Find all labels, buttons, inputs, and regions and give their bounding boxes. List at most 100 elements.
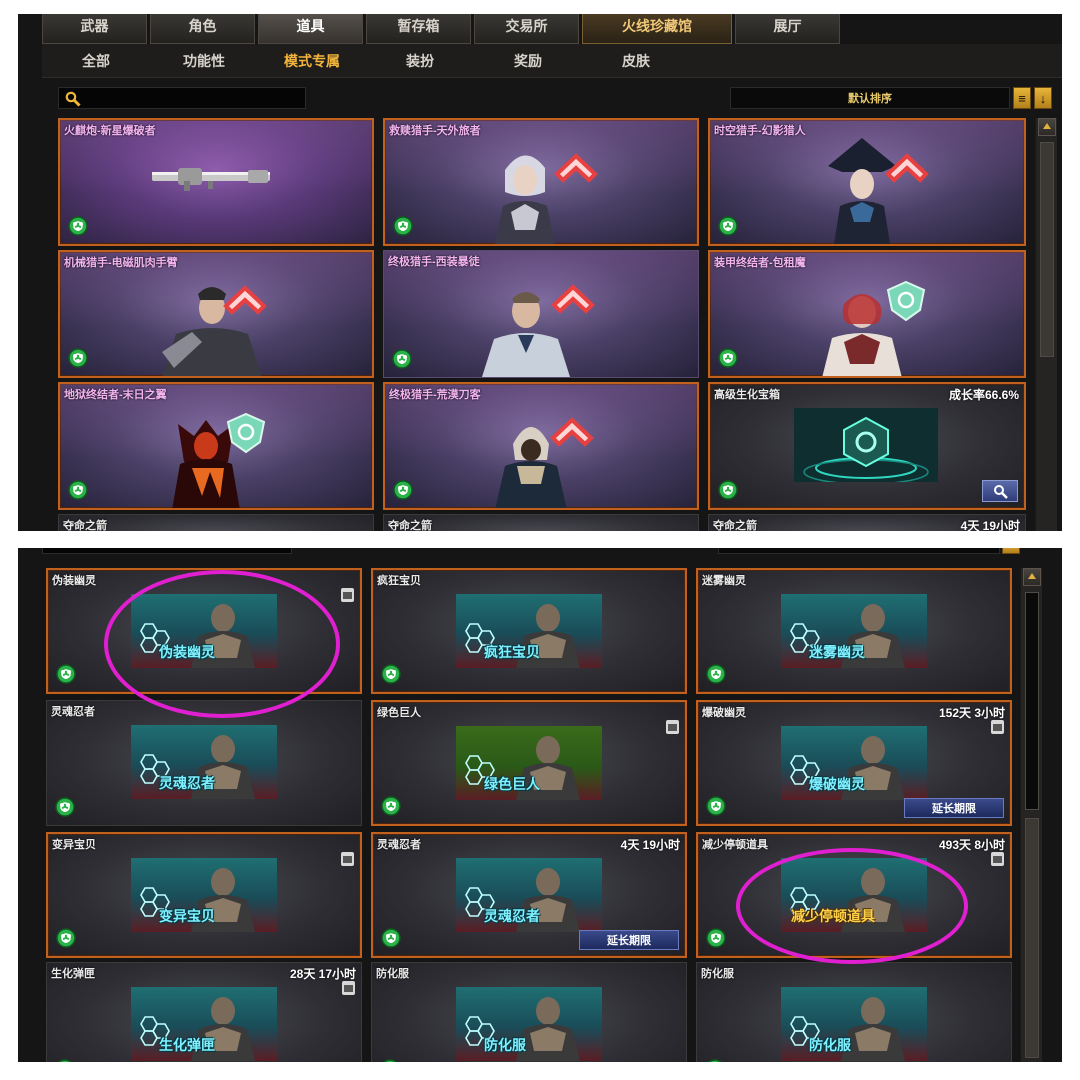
item-thumbnail: 变异宝贝 (131, 858, 277, 932)
item-card[interactable]: 地狱终结者-末日之翼 (58, 382, 374, 510)
scroll-thumb[interactable] (1025, 818, 1039, 1058)
subtab-functional[interactable]: 功能性 (150, 44, 258, 78)
item-card[interactable]: 终极猎手-荒漠刀客 (383, 382, 699, 510)
biohazard-icon (55, 797, 75, 817)
thumbnail-label: 绿色巨人 (484, 776, 540, 792)
item-title: 火麒炮-新星爆破者 (64, 125, 156, 137)
biohazard-icon (393, 216, 413, 236)
thumbnail-label: 减少停顿道具 (791, 908, 875, 924)
sort-direction-icon[interactable]: ↓ (1034, 87, 1052, 109)
trash-icon[interactable] (991, 852, 1004, 866)
tab-exchange[interactable]: 交易所 (474, 14, 579, 44)
subtab-outfit[interactable]: 装扮 (366, 44, 474, 78)
magnify-icon (994, 485, 1008, 499)
subtab-skins[interactable]: 皮肤 (582, 44, 690, 78)
scroll-up-icon[interactable] (1023, 568, 1041, 586)
item-card[interactable]: 夺命之箭 (383, 514, 699, 531)
thumbnail-label: 迷雾幽灵 (809, 644, 865, 660)
item-thumbnail: 伪装幽灵 (131, 594, 277, 668)
thumbnail-label: 防化服 (809, 1037, 851, 1053)
item-card[interactable]: 火麒炮-新星爆破者 (58, 118, 374, 246)
tab-storage[interactable]: 暂存箱 (366, 14, 471, 44)
main-tab-bar: 武器 角色 道具 暂存箱 交易所 火线珍藏馆 展厅 (42, 14, 840, 44)
biohazard-icon (381, 928, 401, 948)
item-thumbnail: 防化服 (781, 987, 927, 1061)
item-card[interactable]: 装甲终结者-包租魔 (708, 250, 1026, 378)
tab-items[interactable]: 道具 (258, 14, 363, 44)
item-card[interactable]: 终极猎手-西装暴徒 (383, 250, 699, 378)
biohazard-icon (381, 664, 401, 684)
search-input[interactable] (58, 87, 306, 109)
biohazard-icon (56, 664, 76, 684)
item-card[interactable]: 防化服 防化服 (371, 962, 687, 1062)
tab-showroom[interactable]: 展厅 (735, 14, 840, 44)
trash-icon[interactable] (341, 588, 354, 602)
tab-collection[interactable]: 火线珍藏馆 (582, 14, 732, 44)
item-title: 疯狂宝贝 (377, 575, 421, 587)
item-card[interactable]: 夺命之箭 4天 19小时 (708, 514, 1026, 531)
red-emblem-icon (223, 285, 267, 315)
thumbnail-label: 防化服 (484, 1037, 526, 1053)
item-card[interactable]: 救赎猎手-天外旅者 (383, 118, 699, 246)
item-title: 防化服 (376, 968, 409, 980)
subtab-all[interactable]: 全部 (42, 44, 150, 78)
thumbnail-label: 疯狂宝贝 (484, 644, 540, 660)
item-card[interactable]: 生化弹匣 28天 17小时 生化弹匣 (46, 962, 362, 1062)
item-card[interactable]: 伪装幽灵 伪装幽灵 (46, 568, 362, 694)
item-card[interactable]: 疯狂宝贝 疯狂宝贝 (371, 568, 687, 694)
trash-icon[interactable] (666, 720, 679, 734)
item-card[interactable]: 机械猎手-电磁肌肉手臂 (58, 250, 374, 378)
item-title: 夺命之箭 (713, 520, 757, 531)
item-title: 变异宝贝 (52, 839, 96, 851)
item-title: 灵魂忍者 (51, 706, 95, 718)
scrollbar[interactable] (1020, 568, 1042, 1062)
biohazard-icon (383, 1059, 397, 1062)
sort-dropdown[interactable] (718, 548, 1000, 554)
item-card[interactable]: 变异宝贝 变异宝贝 (46, 832, 362, 958)
item-title: 防化服 (701, 968, 734, 980)
item-card[interactable]: 防化服 防化服 (696, 962, 1012, 1062)
extend-duration-button[interactable]: 延长期限 (579, 930, 679, 950)
sort-dropdown[interactable]: 默认排序 (730, 87, 1010, 109)
search-input[interactable] (42, 548, 292, 554)
sub-tab-bar: 全部 功能性 模式专属 装扮 奖励 皮肤 (42, 44, 1062, 78)
subtab-mode-exclusive[interactable]: 模式专属 (258, 44, 366, 78)
scrollbar[interactable] (1035, 118, 1057, 531)
subtab-rewards[interactable]: 奖励 (474, 44, 582, 78)
item-title: 夺命之箭 (63, 520, 107, 531)
remaining-time: 152天 3小时 (938, 706, 1005, 720)
extend-duration-button[interactable]: 延长期限 (904, 798, 1004, 818)
item-card[interactable]: 绿色巨人 绿色巨人 (371, 700, 687, 826)
item-title: 救赎猎手-天外旅者 (389, 125, 481, 137)
scroll-thumb[interactable] (1040, 142, 1054, 357)
biohazard-icon (68, 480, 88, 500)
biohazard-icon (56, 928, 76, 948)
item-card[interactable]: 减少停顿道具 493天 8小时 减少停顿道具 (696, 832, 1012, 958)
trash-icon[interactable] (341, 852, 354, 866)
item-thumbnail: 迷雾幽灵 (781, 594, 927, 668)
trash-icon[interactable] (991, 720, 1004, 734)
item-card[interactable]: 夺命之箭 (58, 514, 374, 531)
remaining-time: 493天 8小时 (938, 838, 1005, 852)
item-title: 爆破幽灵 (702, 707, 746, 719)
scroll-up-icon[interactable] (1038, 118, 1056, 136)
tab-characters[interactable]: 角色 (150, 14, 255, 44)
item-card[interactable]: 时空猎手-幻影猎人 (708, 118, 1026, 246)
item-card[interactable]: 灵魂忍者 4天 19小时 灵魂忍者 延长期限 (371, 832, 687, 958)
preview-button[interactable] (982, 480, 1018, 502)
list-view-icon[interactable]: ≡ (1013, 87, 1031, 109)
trash-icon[interactable] (342, 981, 355, 995)
thumbnail-label: 变异宝贝 (159, 908, 215, 924)
item-card[interactable]: 爆破幽灵 152天 3小时 爆破幽灵 延长期限 (696, 700, 1012, 826)
item-card[interactable]: 灵魂忍者 灵魂忍者 (46, 700, 362, 826)
tab-weapons[interactable]: 武器 (42, 14, 147, 44)
biohazard-icon (381, 796, 401, 816)
item-card[interactable]: 高级生化宝箱 成长率66.6% (708, 382, 1026, 510)
item-thumbnail: 灵魂忍者 (456, 858, 602, 932)
item-thumbnail: 减少停顿道具 (781, 858, 927, 932)
item-title: 伪装幽灵 (52, 575, 96, 587)
thumbnail-label: 生化弹匣 (159, 1037, 215, 1053)
list-view-icon[interactable] (1002, 548, 1020, 554)
item-title: 装甲终结者-包租魔 (714, 257, 806, 269)
item-card[interactable]: 迷雾幽灵 迷雾幽灵 (696, 568, 1012, 694)
